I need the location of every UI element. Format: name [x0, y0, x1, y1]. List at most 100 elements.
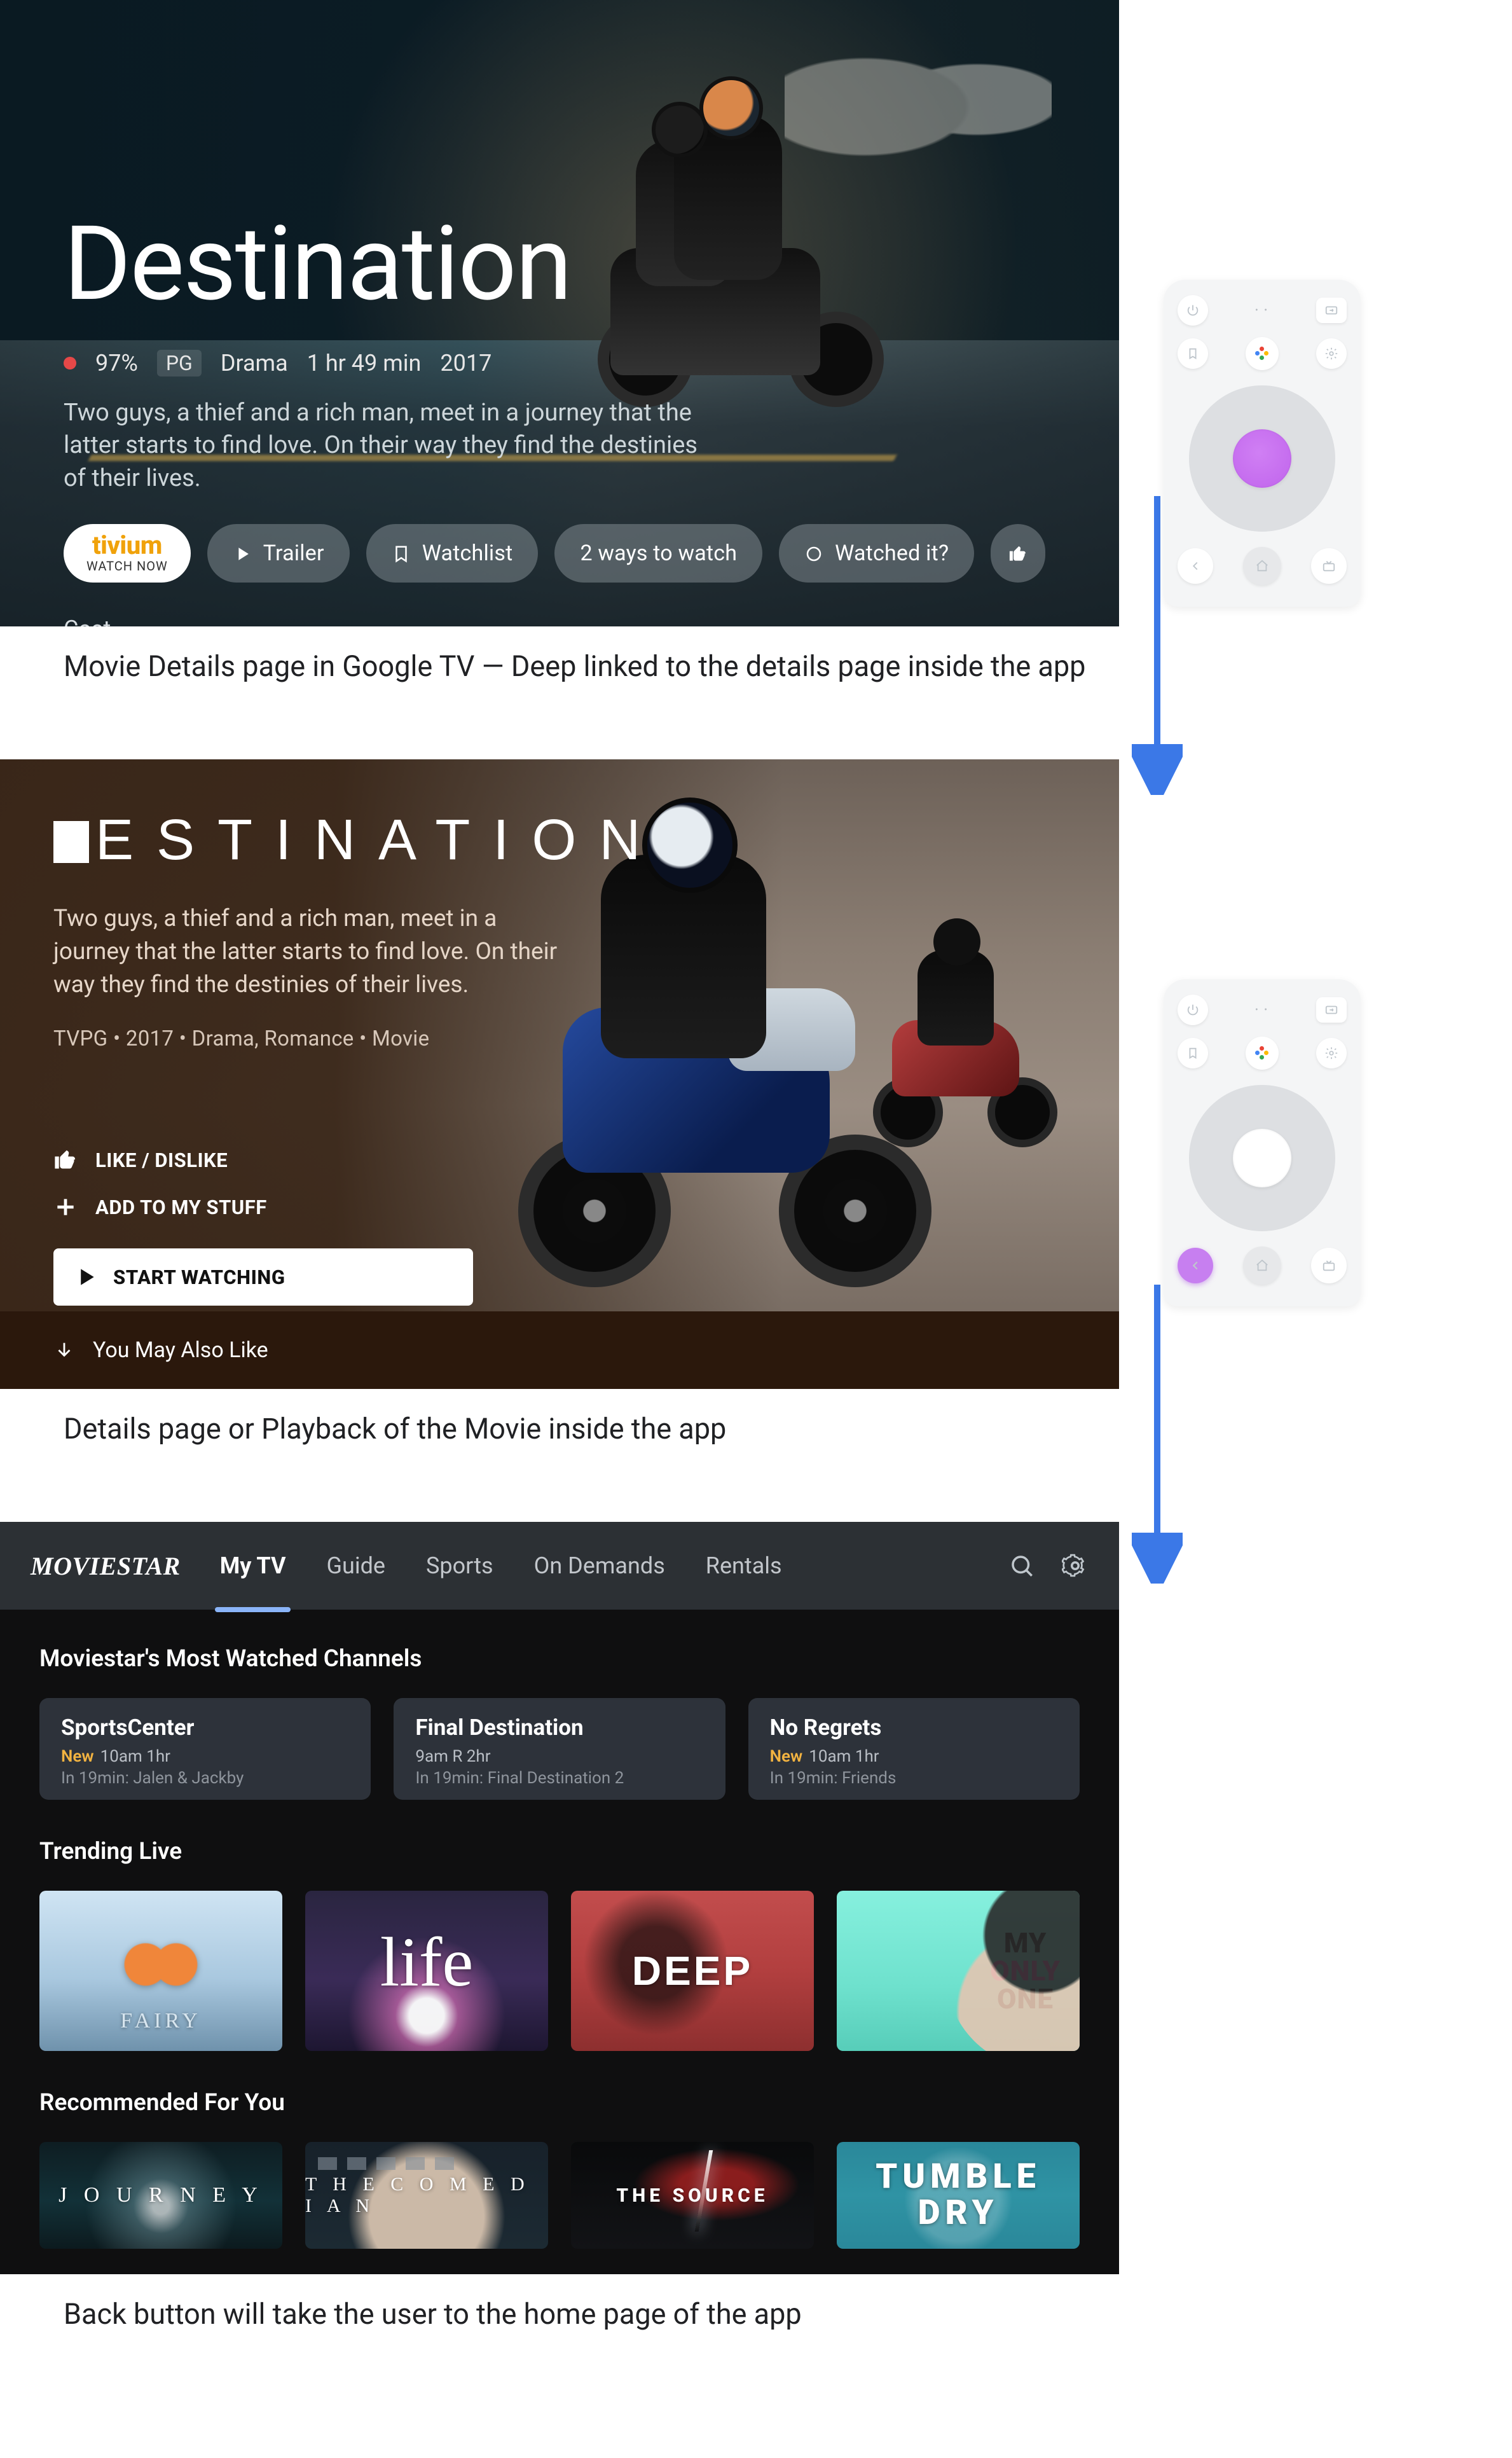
channel-card-1[interactable]: Final Destination 9am R 2hr In 19min: Fi… — [394, 1698, 725, 1800]
assistant-button[interactable] — [1246, 337, 1279, 370]
content-rating-badge: PG — [157, 350, 202, 376]
google-tv-movie-details: Destination 97% PG Drama 1 hr 49 min 201… — [0, 0, 1119, 626]
caption-2: Details page or Playback of the Movie in… — [0, 1389, 1119, 1446]
feedback-button[interactable] — [991, 524, 1045, 583]
dpad[interactable] — [1189, 385, 1335, 532]
live-tv-button[interactable] — [1311, 548, 1347, 584]
like-dislike-button[interactable]: LIKE / DISLIKE — [53, 1148, 1119, 1172]
live-tv-button[interactable] — [1311, 1248, 1347, 1283]
app-movie-details: ESTINATION Two guys, a thief and a rich … — [0, 759, 1119, 1389]
flow-arrow-2 — [1132, 1285, 1183, 1584]
thumb-up-icon — [53, 1148, 78, 1172]
caption-1: Movie Details page in Google TV — Deep l… — [0, 626, 1119, 683]
add-to-my-stuff-button[interactable]: ADD TO MY STUFF — [53, 1195, 1119, 1219]
watched-label: Watched it? — [835, 541, 949, 566]
settings-button[interactable] — [1316, 1038, 1347, 1068]
tile-tumble-dry[interactable]: TUMBLE DRY — [837, 2142, 1080, 2249]
channel-card-0[interactable]: SportsCenter New10am 1hr In 19min: Jalen… — [39, 1698, 371, 1800]
input-button[interactable] — [1316, 997, 1347, 1023]
tile-my-only-one[interactable]: MY ONLY ONE — [837, 1891, 1080, 2051]
plus-icon — [53, 1195, 78, 1219]
genre-label: Drama — [221, 350, 288, 376]
dpad-select[interactable] — [1233, 1129, 1291, 1187]
moviestar-home: MOVIESTAR My TV Guide Sports On Demands … — [0, 1522, 1119, 2274]
tile-deep[interactable]: DEEP — [571, 1891, 814, 2051]
tile-journey[interactable]: J O U R N E Y — [39, 2142, 282, 2249]
back-button[interactable] — [1178, 548, 1213, 584]
tab-guide[interactable]: Guide — [325, 1545, 387, 1587]
home-button[interactable] — [1243, 547, 1281, 585]
watched-it-button[interactable]: Watched it? — [779, 524, 974, 583]
new-badge: New — [770, 1747, 803, 1766]
tile-life[interactable]: life — [305, 1891, 548, 2051]
like-label: LIKE / DISLIKE — [95, 1149, 228, 1172]
tile-label: J O U R N E Y — [39, 2142, 282, 2249]
power-button[interactable] — [1178, 995, 1208, 1025]
cast-section-label: Cast — [64, 616, 1119, 626]
start-watching-button[interactable]: START WATCHING — [53, 1248, 473, 1306]
recommended-row: J O U R N E Y T H E C O M E D I A N THE … — [39, 2142, 1080, 2249]
card-title: SportsCenter — [61, 1715, 349, 1741]
tile-label: life — [305, 1891, 548, 2042]
tab-sports[interactable]: Sports — [425, 1545, 495, 1587]
trailer-label: Trailer — [263, 541, 324, 566]
back-button-highlight[interactable] — [1178, 1248, 1213, 1283]
settings-gear-icon[interactable] — [1062, 1552, 1089, 1579]
dpad-select-highlight[interactable] — [1233, 429, 1291, 488]
bookmark-button[interactable] — [1178, 1038, 1208, 1068]
circle-icon — [804, 544, 823, 563]
ways-to-watch-button[interactable]: 2 ways to watch — [554, 524, 762, 583]
input-button[interactable] — [1316, 298, 1347, 323]
footer-label: You May Also Like — [93, 1337, 268, 1363]
tile-source[interactable]: THE SOURCE — [571, 2142, 814, 2249]
section-heading-channels: Moviestar's Most Watched Channels — [39, 1645, 1080, 1673]
card-time: 10am 1hr — [100, 1747, 170, 1766]
action-button-row: tivium WATCH NOW Trailer Watchlist — [64, 524, 1119, 583]
year-label: 2017 — [440, 350, 491, 376]
tile-label: T H E C O M E D I A N — [305, 2142, 548, 2249]
provider-brand: tivium — [92, 533, 162, 558]
channel-card-2[interactable]: No Regrets New10am 1hr In 19min: Friends — [748, 1698, 1080, 1800]
dpad[interactable] — [1189, 1085, 1335, 1231]
caption-3: Back button will take the user to the ho… — [0, 2274, 1119, 2331]
search-icon[interactable] — [1008, 1552, 1035, 1579]
tile-comedian[interactable]: T H E C O M E D I A N — [305, 2142, 548, 2249]
nav-tabs: My TV Guide Sports On Demands Rentals — [219, 1545, 783, 1587]
watchlist-button[interactable]: Watchlist — [366, 524, 539, 583]
trending-row: FAIRY life DEEP MY ONLY ONE — [39, 1891, 1080, 2051]
card-time: 10am 1hr — [809, 1747, 879, 1766]
tab-rentals[interactable]: Rentals — [704, 1545, 783, 1587]
movie-description: Two guys, a thief and a rich man, meet i… — [64, 397, 725, 495]
tile-fairy[interactable]: FAIRY — [39, 1891, 282, 2051]
section-heading-trending: Trending Live — [39, 1838, 1080, 1865]
thumbs-icon — [1008, 544, 1027, 563]
tab-on-demands[interactable]: On Demands — [533, 1545, 666, 1587]
bookmark-button[interactable] — [1178, 338, 1208, 369]
brand-logo: MOVIESTAR — [31, 1551, 181, 1581]
tile-label: MY ONLY ONE — [990, 1929, 1061, 2013]
tab-my-tv[interactable]: My TV — [219, 1545, 287, 1587]
trailer-button[interactable]: Trailer — [207, 524, 350, 583]
card-time: 9am R 2hr — [415, 1747, 490, 1766]
channel-cards: SportsCenter New10am 1hr In 19min: Jalen… — [39, 1698, 1080, 1800]
settings-button[interactable] — [1316, 338, 1347, 369]
tomato-dot-icon — [64, 357, 76, 369]
card-title: Final Destination — [415, 1715, 703, 1741]
home-button[interactable] — [1243, 1246, 1281, 1285]
card-title: No Regrets — [770, 1715, 1058, 1741]
remote-mockup-1 — [1164, 280, 1361, 607]
watch-now-primary-button[interactable]: tivium WATCH NOW — [64, 524, 191, 583]
tile-label: DEEP — [571, 1891, 814, 2051]
you-may-also-like-row[interactable]: You May Also Like — [0, 1311, 1119, 1389]
movie-meta-row: 97% PG Drama 1 hr 49 min 2017 — [64, 350, 1119, 376]
app-movie-meta: TVPG • 2017 • Drama, Romance • Movie — [53, 1026, 1119, 1051]
remote-mockup-2 — [1164, 979, 1361, 1306]
bookmark-icon — [392, 544, 411, 563]
power-button[interactable] — [1178, 295, 1208, 326]
title-lead-block — [53, 821, 89, 863]
movie-title: Destination — [64, 204, 1119, 324]
mic-dots-icon — [1254, 305, 1270, 315]
card-next: In 19min: Final Destination 2 — [415, 1769, 703, 1788]
new-badge: New — [61, 1747, 94, 1766]
assistant-button[interactable] — [1246, 1037, 1279, 1070]
